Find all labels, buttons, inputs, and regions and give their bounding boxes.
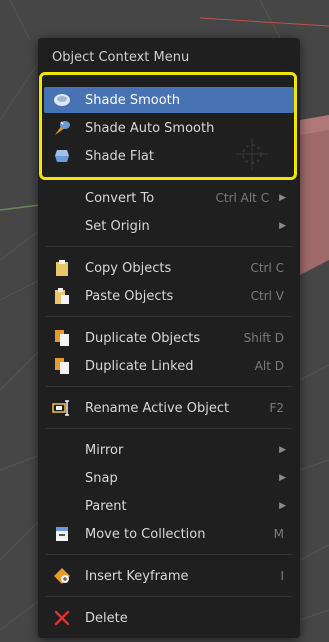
copy-icon xyxy=(51,259,73,277)
submenu-arrow-icon: ▶ xyxy=(279,473,286,483)
duplicate-icon xyxy=(51,329,73,347)
menu-item-label: Insert Keyframe xyxy=(85,568,189,584)
menu-separator xyxy=(46,554,292,555)
menu-item-label: Delete xyxy=(85,610,128,626)
menu-item-set-origin[interactable]: Set Origin ▶ xyxy=(44,213,294,239)
object-context-menu: Object Context Menu Shade Smooth Shade A… xyxy=(38,38,300,638)
menu-separator xyxy=(46,386,292,387)
sphere-smooth-icon xyxy=(51,91,73,109)
menu-item-copy-objects[interactable]: Copy Objects Ctrl C xyxy=(44,255,294,281)
duplicate-linked-icon xyxy=(51,357,73,375)
menu-item-shortcut: Shift D xyxy=(243,331,284,345)
rename-icon xyxy=(51,399,73,417)
submenu-arrow-icon: ▶ xyxy=(279,221,286,231)
collection-icon xyxy=(51,525,73,543)
paste-icon xyxy=(51,287,73,305)
menu-item-label: Snap xyxy=(85,470,118,486)
menu-item-duplicate-objects[interactable]: Duplicate Objects Shift D xyxy=(44,325,294,351)
menu-item-rename-active-object[interactable]: Rename Active Object F2 xyxy=(44,395,294,421)
menu-item-label: Copy Objects xyxy=(85,260,172,276)
delete-icon xyxy=(51,609,73,627)
menu-item-label: Shade Smooth xyxy=(85,92,180,108)
menu-separator xyxy=(46,246,292,247)
menu-separator xyxy=(46,428,292,429)
menu-item-delete[interactable]: Delete xyxy=(44,605,294,631)
menu-item-snap[interactable]: Snap ▶ xyxy=(44,465,294,491)
menu-item-duplicate-linked[interactable]: Duplicate Linked Alt D xyxy=(44,353,294,379)
menu-item-mirror[interactable]: Mirror ▶ xyxy=(44,437,294,463)
menu-item-insert-keyframe[interactable]: Insert Keyframe I xyxy=(44,563,294,589)
3d-cursor-icon xyxy=(236,138,268,170)
submenu-arrow-icon: ▶ xyxy=(279,501,286,511)
menu-item-shortcut: F2 xyxy=(269,401,284,415)
menu-item-label: Convert To xyxy=(85,190,155,206)
menu-item-shade-smooth[interactable]: Shade Smooth xyxy=(44,87,294,113)
menu-item-shortcut: Alt D xyxy=(254,359,284,373)
menu-item-label: Rename Active Object xyxy=(85,400,230,416)
menu-title: Object Context Menu xyxy=(52,50,190,65)
menu-item-shortcut: I xyxy=(280,569,284,583)
menu-item-shortcut: M xyxy=(273,527,284,541)
keyframe-icon xyxy=(51,567,73,585)
submenu-arrow-icon: ▶ xyxy=(279,193,286,203)
menu-item-shortcut: Ctrl C xyxy=(250,261,284,275)
auto-smooth-icon xyxy=(51,119,73,137)
menu-item-label: Paste Objects xyxy=(85,288,174,304)
menu-item-paste-objects[interactable]: Paste Objects Ctrl V xyxy=(44,283,294,309)
sphere-flat-icon xyxy=(51,147,73,165)
menu-item-move-to-collection[interactable]: Move to Collection M xyxy=(44,521,294,547)
menu-item-label: Duplicate Linked xyxy=(85,358,194,374)
submenu-arrow-icon: ▶ xyxy=(279,445,286,455)
menu-item-shortcut: Ctrl V xyxy=(250,289,284,303)
menu-separator xyxy=(46,596,292,597)
menu-item-shortcut: Ctrl Alt C xyxy=(215,191,270,205)
menu-item-label: Duplicate Objects xyxy=(85,330,201,346)
menu-item-label: Shade Auto Smooth xyxy=(85,120,215,136)
menu-item-parent[interactable]: Parent ▶ xyxy=(44,493,294,519)
menu-item-label: Parent xyxy=(85,498,127,514)
menu-item-label: Move to Collection xyxy=(85,526,206,542)
menu-item-label: Set Origin xyxy=(85,218,150,234)
menu-separator xyxy=(46,316,292,317)
menu-item-label: Mirror xyxy=(85,442,124,458)
menu-item-convert-to[interactable]: Convert To Ctrl Alt C ▶ xyxy=(44,185,294,211)
